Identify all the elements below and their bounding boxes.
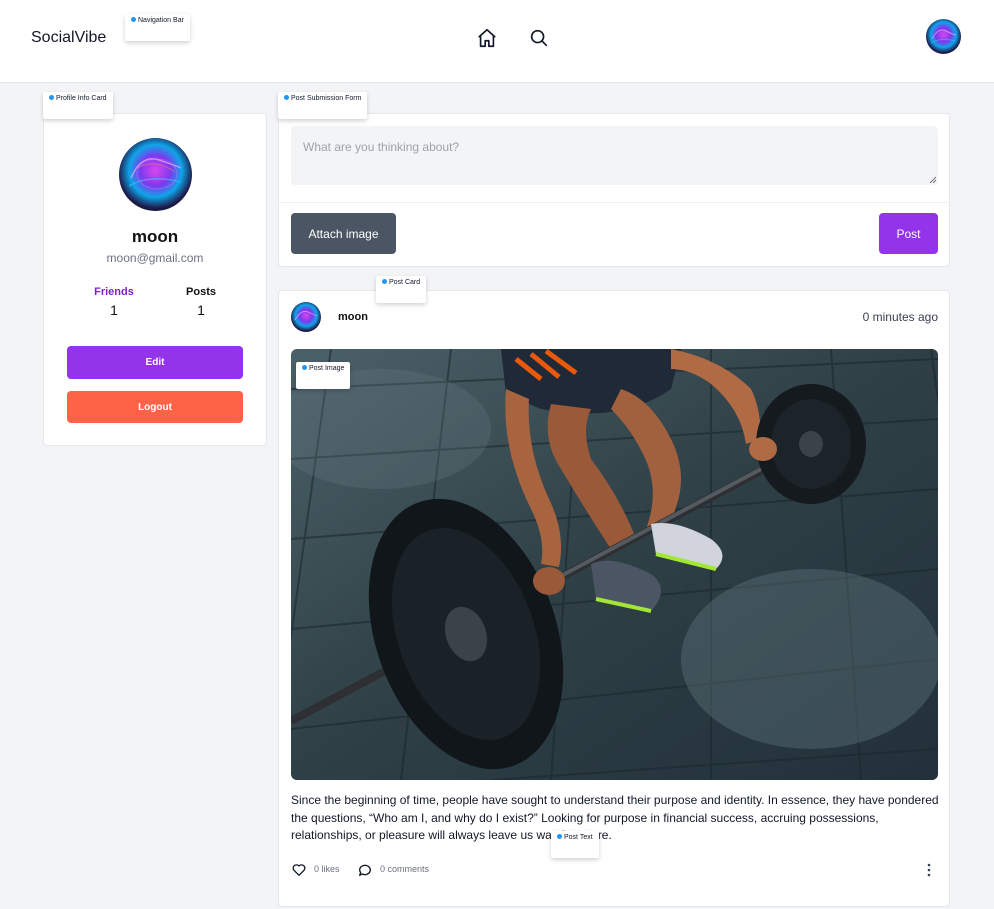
comment-icon[interactable] xyxy=(357,862,373,878)
post-image[interactable] xyxy=(291,349,938,780)
post-actions: 0 likes 0 comments xyxy=(291,860,938,880)
profile-info-card: moon moon@gmail.com Friends 1 Posts 1 Ed… xyxy=(43,113,267,446)
post-button[interactable]: Post xyxy=(879,213,938,254)
more-vertical-icon[interactable] xyxy=(926,862,932,878)
posts-stat: Posts 1 xyxy=(161,286,241,318)
edit-button[interactable]: Edit xyxy=(67,346,243,379)
user-avatar-button[interactable] xyxy=(926,19,961,54)
post-author-name[interactable]: moon xyxy=(338,311,368,323)
posts-count: 1 xyxy=(197,302,205,318)
attach-image-button[interactable]: Attach image xyxy=(291,213,396,254)
navigation-bar: SocialVibe xyxy=(0,0,994,83)
post-submission-form: Attach image Post xyxy=(278,113,950,267)
resize-grip-icon[interactable] xyxy=(929,176,936,183)
divider xyxy=(279,202,949,203)
post-author-avatar[interactable] xyxy=(291,302,321,332)
post-input[interactable] xyxy=(291,126,938,185)
profile-name: moon xyxy=(131,227,179,246)
post-card: moon 0 minutes ago Since the beginning o… xyxy=(278,290,950,907)
brand-logo[interactable]: SocialVibe xyxy=(31,29,106,47)
friends-label: Friends xyxy=(94,286,134,298)
annotation-tag: Navigation Bar xyxy=(125,14,190,41)
post-timestamp: 0 minutes ago xyxy=(862,310,938,324)
post-text: Since the beginning of time, people have… xyxy=(291,793,939,842)
posts-label: Posts xyxy=(186,286,216,298)
likes-count[interactable]: 0 likes xyxy=(314,864,340,874)
avatar-image xyxy=(926,19,961,54)
friends-stat[interactable]: Friends 1 xyxy=(74,286,154,318)
annotation-tag: Post Submission Form xyxy=(278,92,368,119)
profile-avatar xyxy=(119,138,192,211)
page: SocialVibe Navigation Bar moon moon@gmai… xyxy=(0,0,994,909)
search-icon[interactable] xyxy=(528,27,550,49)
profile-email: moon@gmail.com xyxy=(106,251,204,265)
heart-icon[interactable] xyxy=(291,862,307,878)
home-icon[interactable] xyxy=(476,27,498,49)
annotation-tag: Post Text xyxy=(551,831,599,858)
logout-button[interactable]: Logout xyxy=(67,391,243,423)
friends-count: 1 xyxy=(110,302,118,318)
annotation-tag: Post Card xyxy=(376,276,427,303)
annotation-tag: Post Image xyxy=(296,362,351,389)
annotation-tag: Profile Info Card xyxy=(43,92,113,119)
comments-count[interactable]: 0 comments xyxy=(380,864,429,874)
